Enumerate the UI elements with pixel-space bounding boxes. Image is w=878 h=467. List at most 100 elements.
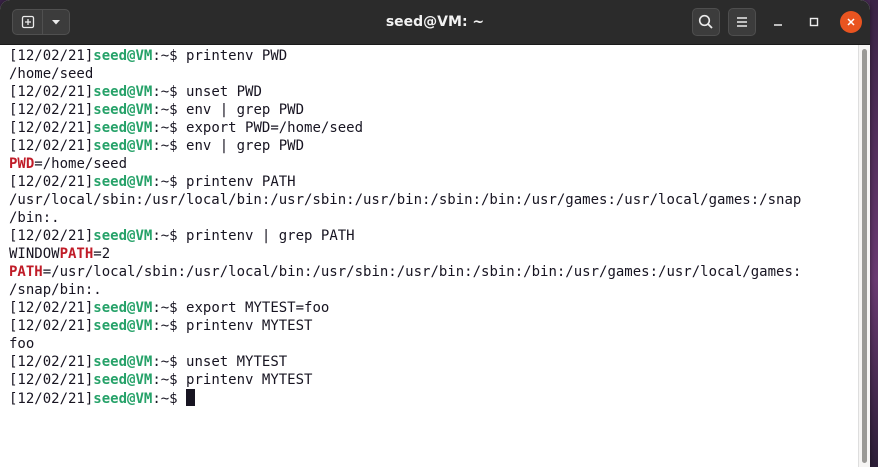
prompt-date: [12/02/21] xyxy=(9,391,94,407)
output-line: /snap/bin:. xyxy=(9,281,858,299)
window-controls xyxy=(692,8,862,36)
prompt-path: :~$ xyxy=(152,391,187,407)
output-text: /home/seed xyxy=(9,66,94,82)
prompt-user-host: seed@VM xyxy=(93,84,153,100)
prompt-date: [12/02/21] xyxy=(9,84,94,100)
prompt-user-host: seed@VM xyxy=(93,300,153,316)
maximize-icon xyxy=(809,17,819,27)
close-button[interactable] xyxy=(840,11,862,33)
terminal-scrollbar[interactable] xyxy=(858,45,870,467)
output-line: /bin:. xyxy=(9,209,858,227)
search-button[interactable] xyxy=(692,8,720,36)
command-text: export MYTEST=foo xyxy=(186,300,330,316)
command-text: printenv PATH xyxy=(186,174,296,190)
close-icon xyxy=(847,18,855,26)
output-line: PATH=/usr/local/sbin:/usr/local/bin:/usr… xyxy=(9,263,858,281)
prompt-date: [12/02/21] xyxy=(9,120,94,136)
prompt-line: [12/02/21]seed@VM:~$ export MYTEST=foo xyxy=(9,299,858,317)
prompt-date: [12/02/21] xyxy=(9,138,94,154)
terminal-output[interactable]: [12/02/21]seed@VM:~$ printenv PWD/home/s… xyxy=(0,45,858,467)
command-text: export PWD=/home/seed xyxy=(186,120,364,136)
command-text: unset MYTEST xyxy=(186,354,288,370)
prompt-date: [12/02/21] xyxy=(9,174,94,190)
prompt-line: [12/02/21]seed@VM:~$ export PWD=/home/se… xyxy=(9,119,858,137)
prompt-path: :~$ xyxy=(152,174,187,190)
prompt-line: [12/02/21]seed@VM:~$ env | grep PWD xyxy=(9,137,858,155)
prompt-line: [12/02/21]seed@VM:~$ printenv MYTEST xyxy=(9,371,858,389)
prompt-line: [12/02/21]seed@VM:~$ xyxy=(9,389,858,407)
terminal-window: seed@VM: ~ [12/02/21]seed@VM:~$ printenv… xyxy=(0,0,870,467)
text-cursor xyxy=(186,389,196,406)
prompt-date: [12/02/21] xyxy=(9,102,94,118)
prompt-path: :~$ xyxy=(152,300,187,316)
prompt-line: [12/02/21]seed@VM:~$ printenv | grep PAT… xyxy=(9,227,858,245)
prompt-line: [12/02/21]seed@VM:~$ printenv MYTEST xyxy=(9,317,858,335)
output-line: /home/seed xyxy=(9,65,858,83)
prompt-date: [12/02/21] xyxy=(9,354,94,370)
prompt-date: [12/02/21] xyxy=(9,48,94,64)
prompt-user-host: seed@VM xyxy=(93,102,153,118)
command-text: printenv MYTEST xyxy=(186,318,313,334)
tab-controls xyxy=(12,9,70,35)
prompt-user-host: seed@VM xyxy=(93,228,153,244)
command-text: printenv PWD xyxy=(186,48,288,64)
grep-match: PWD xyxy=(9,156,35,172)
new-tab-icon xyxy=(21,15,34,29)
new-tab-button[interactable] xyxy=(12,9,42,35)
output-line: WINDOWPATH=2 xyxy=(9,245,858,263)
prompt-user-host: seed@VM xyxy=(93,318,153,334)
prompt-line: [12/02/21]seed@VM:~$ env | grep PWD xyxy=(9,101,858,119)
prompt-path: :~$ xyxy=(152,318,187,334)
output-text: WINDOW xyxy=(9,246,60,262)
prompt-path: :~$ xyxy=(152,48,187,64)
output-text: /snap/bin:. xyxy=(9,282,102,298)
output-text: foo xyxy=(9,336,35,352)
prompt-date: [12/02/21] xyxy=(9,300,94,316)
prompt-user-host: seed@VM xyxy=(93,372,153,388)
prompt-date: [12/02/21] xyxy=(9,318,94,334)
prompt-path: :~$ xyxy=(152,138,187,154)
output-text: /bin:. xyxy=(9,210,60,226)
command-text: printenv MYTEST xyxy=(186,372,313,388)
tab-menu-button[interactable] xyxy=(42,9,70,35)
output-line: PWD=/home/seed xyxy=(9,155,858,173)
prompt-path: :~$ xyxy=(152,84,187,100)
output-line: /usr/local/sbin:/usr/local/bin:/usr/sbin… xyxy=(9,191,858,209)
prompt-date: [12/02/21] xyxy=(9,372,94,388)
prompt-user-host: seed@VM xyxy=(93,354,153,370)
hamburger-menu-button[interactable] xyxy=(728,8,756,36)
prompt-date: [12/02/21] xyxy=(9,228,94,244)
output-line: foo xyxy=(9,335,858,353)
prompt-path: :~$ xyxy=(152,372,187,388)
prompt-user-host: seed@VM xyxy=(93,48,153,64)
hamburger-menu-icon xyxy=(737,17,747,27)
prompt-path: :~$ xyxy=(152,228,187,244)
prompt-path: :~$ xyxy=(152,102,187,118)
output-text: /usr/local/sbin:/usr/local/bin:/usr/sbin… xyxy=(9,192,802,208)
prompt-user-host: seed@VM xyxy=(93,391,153,407)
prompt-path: :~$ xyxy=(152,120,187,136)
prompt-line: [12/02/21]seed@VM:~$ unset MYTEST xyxy=(9,353,858,371)
grep-match: PATH xyxy=(59,246,94,262)
minimize-button[interactable] xyxy=(764,8,792,36)
prompt-line: [12/02/21]seed@VM:~$ printenv PWD xyxy=(9,47,858,65)
scrollbar-thumb[interactable] xyxy=(862,49,867,463)
maximize-button[interactable] xyxy=(800,8,828,36)
output-text: =/home/seed xyxy=(34,156,128,172)
prompt-line: [12/02/21]seed@VM:~$ unset PWD xyxy=(9,83,858,101)
prompt-user-host: seed@VM xyxy=(93,120,153,136)
minimize-icon xyxy=(774,24,782,26)
command-text: env | grep PWD xyxy=(186,102,305,118)
command-text: printenv | grep PATH xyxy=(186,228,355,244)
command-text: unset PWD xyxy=(186,84,262,100)
prompt-user-host: seed@VM xyxy=(93,174,153,190)
desktop-edge xyxy=(870,0,878,467)
title-bar[interactable]: seed@VM: ~ xyxy=(0,0,870,45)
prompt-line: [12/02/21]seed@VM:~$ printenv PATH xyxy=(9,173,858,191)
search-icon xyxy=(698,14,713,29)
output-text: =2 xyxy=(93,246,111,262)
prompt-path: :~$ xyxy=(152,354,187,370)
chevron-down-icon xyxy=(52,20,60,25)
output-text: =/usr/local/sbin:/usr/local/bin:/usr/sbi… xyxy=(42,264,802,280)
prompt-user-host: seed@VM xyxy=(93,138,153,154)
